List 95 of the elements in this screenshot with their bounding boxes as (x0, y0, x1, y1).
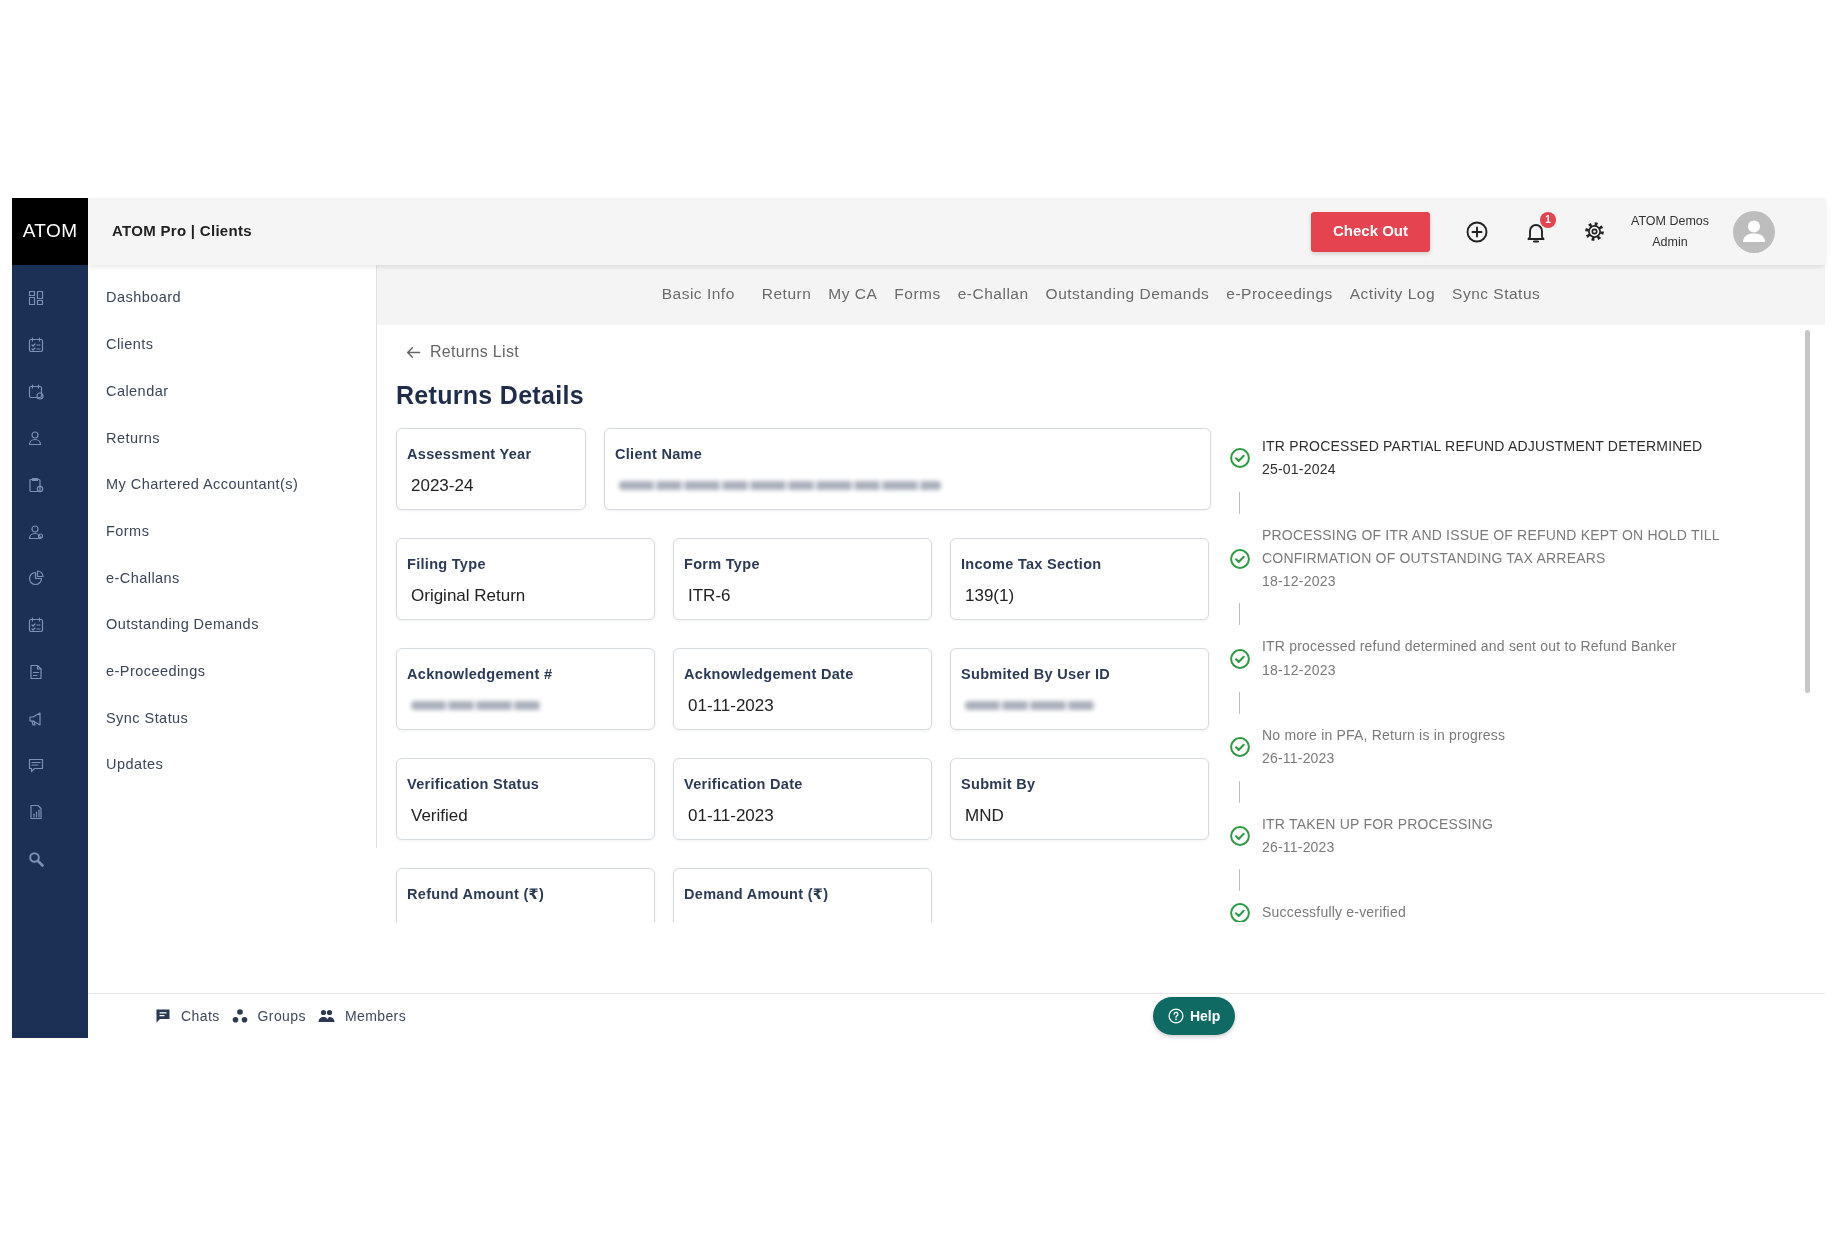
sidebar-item[interactable]: Outstanding Demands (88, 601, 376, 649)
app-title: ATOM Pro | Clients (112, 221, 252, 242)
field-label: Verification Status (407, 774, 541, 794)
check-circle-icon (1230, 648, 1250, 669)
check-out-button[interactable]: Check Out (1310, 211, 1430, 252)
help-button[interactable]: Help (1153, 997, 1236, 1035)
field-label: Form Type (684, 554, 761, 574)
sidebar-item[interactable]: Sync Status (88, 695, 376, 742)
tab[interactable]: e-Proceedings (1226, 278, 1333, 312)
user-icon[interactable] (28, 430, 44, 447)
tab[interactable]: Activity Log (1349, 278, 1436, 312)
page-title: Returns Details (396, 379, 585, 411)
tab[interactable]: Sync Status (1452, 278, 1541, 312)
timeline-event-date: 18-12-2023 (1262, 572, 1337, 592)
timeline-event-title: Successfully e-verified (1262, 903, 1406, 922)
user-icon[interactable] (28, 523, 44, 540)
timeline-event-title: ITR PROCESSED PARTIAL REFUND ADJUSTMENT DETERMINED (1262, 437, 1703, 456)
field-value: ITR-6 (687, 584, 732, 607)
field-label: Refund Amount (₹) (407, 884, 546, 904)
scrollbar-thumb[interactable] (1805, 330, 1810, 693)
field-value: 01-11-2023 (687, 694, 775, 717)
check-circle-icon (1230, 448, 1250, 469)
chat-icon (155, 1008, 171, 1024)
field-label: Submited By User ID (961, 664, 1112, 684)
field-value: 2023-24 (410, 474, 475, 497)
arrow-left-icon (406, 344, 421, 360)
sidebar-item[interactable]: Calendar (88, 368, 376, 416)
timeline-event-title: ITR TAKEN UP FOR PROCESSING (1262, 814, 1493, 834)
footer-link[interactable]: Members (317, 1005, 407, 1027)
people-icon (317, 1008, 335, 1024)
timeline-event-date: 26-11-2023 (1262, 837, 1336, 857)
tab[interactable]: Basic Info (661, 278, 735, 312)
tab[interactable]: Outstanding Demands (1045, 278, 1210, 312)
sidebar-item[interactable]: Returns (88, 415, 376, 462)
user-name: ATOM Demos (1630, 212, 1709, 230)
field-value: 01-11-2023 (687, 804, 775, 827)
field-value: Verified (410, 804, 469, 827)
chat-icon[interactable] (28, 757, 44, 774)
timeline-connector (1239, 692, 1240, 715)
field-label: Filing Type (407, 554, 487, 574)
tab[interactable]: Return (761, 278, 812, 312)
timeline-connector (1239, 603, 1240, 626)
field-label: Acknowledgement # (407, 664, 554, 684)
tab[interactable]: e-Challan (957, 278, 1029, 312)
megaphone-icon[interactable] (28, 710, 44, 727)
timeline-connector (1239, 780, 1240, 803)
help-icon (1167, 1008, 1184, 1024)
field-label: Assessment Year (407, 444, 533, 464)
timeline-event-title: PROCESSING OF ITR AND ISSUE OF REFUND KEPT ON HOLD TILL CONFIRMATION OF OUTSTANDING TAX ARREARS (1262, 525, 1721, 568)
footer-link[interactable]: Chats (155, 1005, 220, 1027)
grid-icon[interactable] (28, 290, 44, 307)
checklist-icon[interactable] (28, 617, 44, 634)
settings-icon[interactable] (1583, 221, 1605, 242)
sidebar-item[interactable]: Dashboard (88, 275, 376, 322)
field-label: Acknowledgement Date (684, 664, 855, 684)
sidebar-item[interactable]: e-Proceedings (88, 648, 376, 696)
sidebar-item[interactable]: My Chartered Accountant(s) (88, 461, 376, 509)
calendar-icon[interactable] (28, 383, 44, 400)
field-label: Submit By (961, 774, 1037, 794)
timeline-connector (1239, 491, 1240, 514)
back-link[interactable]: Returns List (406, 341, 519, 363)
timeline-connector (1239, 869, 1240, 892)
chart-document-icon[interactable] (28, 803, 44, 820)
timeline-event-title: No more in PFA, Return is in progress (1262, 726, 1506, 746)
pie-chart-icon[interactable] (28, 570, 44, 587)
notification-badge: 1 (1539, 211, 1556, 228)
tab[interactable]: My CA (828, 278, 878, 312)
timeline-event-date: 18-12-2023 (1262, 660, 1337, 680)
field-label: Client Name (615, 444, 704, 464)
checklist-icon[interactable] (28, 337, 44, 354)
field-label: Demand Amount (₹) (684, 884, 830, 904)
timeline-event-date: 25-01-2024 (1262, 460, 1337, 480)
add-icon[interactable] (1465, 220, 1488, 243)
group-icon (231, 1008, 248, 1024)
field-value: 139(1) (964, 584, 1016, 607)
search-icon[interactable] (28, 850, 44, 867)
clipboard-icon[interactable] (28, 477, 44, 494)
timeline-event-date: 26-11-2023 (1262, 749, 1336, 769)
field-value: MND (964, 804, 1005, 827)
check-circle-icon (1230, 548, 1250, 569)
field-label: Income Tax Section (961, 554, 1103, 574)
field-value: Original Return (410, 584, 527, 607)
sidebar-item[interactable]: Clients (88, 321, 376, 369)
timeline-event-title: ITR processed refund determined and sent out to Refund Banker (1262, 637, 1677, 657)
check-circle-icon (1230, 737, 1250, 758)
check-circle-icon (1230, 825, 1250, 846)
tab[interactable]: Forms (894, 278, 941, 312)
footer-link[interactable]: Groups (231, 1005, 306, 1027)
sidebar-item[interactable]: Updates (88, 741, 376, 789)
sidebar-item[interactable]: Forms (88, 508, 376, 556)
user-role: Admin (1651, 233, 1689, 251)
sidebar-item[interactable]: e-Challans (88, 555, 376, 602)
document-icon[interactable] (28, 663, 44, 680)
field-label: Verification Date (684, 774, 804, 794)
logo: ATOM (12, 198, 88, 265)
